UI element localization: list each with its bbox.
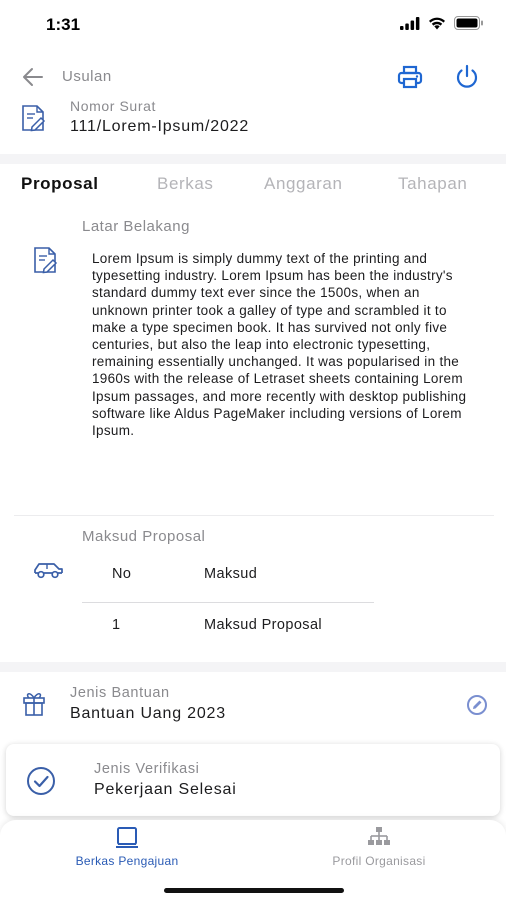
status-time: 1:31 [46, 15, 81, 34]
car-icon [34, 563, 63, 579]
gift-icon [23, 693, 45, 716]
jenis-bantuan-label: Jenis Bantuan [70, 685, 170, 701]
home-indicator [164, 888, 344, 893]
nomor-surat-section: Nomor Surat 111/Lorem-Ipsum/2022 [0, 98, 506, 154]
column-header-maksud: Maksud [204, 566, 258, 582]
status-bar: 1:31 [0, 0, 506, 50]
document-edit-icon [22, 105, 46, 132]
org-chart-icon [368, 827, 390, 845]
jenis-verifikasi-label: Jenis Verifikasi [94, 761, 200, 777]
app-bar: Usulan [0, 56, 506, 100]
nomor-surat-value: 111/Lorem-Ipsum/2022 [70, 118, 250, 135]
jenis-verifikasi-card: Jenis Verifikasi Pekerjaan Selesai [6, 744, 500, 816]
latar-belakang-text: Lorem Ipsum is simply dummy text of the … [92, 251, 467, 439]
table-cell-maksud: Maksud Proposal [204, 617, 323, 633]
print-button[interactable] [396, 63, 424, 91]
jenis-bantuan-section: Jenis Bantuan Bantuan Uang 2023 [0, 680, 506, 740]
table-row: 1 Maksud Proposal [82, 603, 374, 651]
printer-icon [397, 65, 423, 89]
section-divider [0, 662, 506, 672]
tab-berkas[interactable]: Berkas [157, 174, 214, 194]
jenis-bantuan-value: Bantuan Uang 2023 [70, 705, 226, 722]
arrow-left-icon [23, 68, 43, 86]
document-edit-icon [34, 247, 58, 274]
nav-label: Profil Organisasi [332, 854, 426, 868]
tab-bar: Proposal Berkas Anggaran Tahapan [0, 166, 506, 206]
status-icons [400, 16, 484, 30]
check-circle-icon [27, 767, 55, 795]
page-title: Usulan [62, 68, 112, 85]
tab-anggaran[interactable]: Anggaran [264, 174, 343, 194]
nav-profil-organisasi[interactable]: Profil Organisasi [279, 826, 479, 876]
jenis-verifikasi-value: Pekerjaan Selesai [94, 781, 237, 798]
wifi-icon [429, 17, 445, 29]
nav-label: Berkas Pengajuan [75, 854, 179, 868]
signal-icon [400, 16, 420, 30]
logout-button[interactable] [453, 63, 481, 91]
tab-tahapan[interactable]: Tahapan [398, 174, 467, 194]
maksud-proposal-label: Maksud Proposal [82, 528, 206, 545]
tab-proposal[interactable]: Proposal [21, 174, 99, 194]
bottom-navigation: Berkas Pengajuan Profil Organisasi [0, 820, 506, 900]
edit-icon[interactable] [466, 694, 488, 716]
nomor-surat-label: Nomor Surat [70, 98, 156, 114]
latar-belakang-label: Latar Belakang [82, 218, 190, 235]
table-header: No Maksud [82, 556, 374, 602]
back-button[interactable] [20, 64, 46, 90]
section-divider [0, 154, 506, 164]
nav-berkas-pengajuan[interactable]: Berkas Pengajuan [27, 826, 227, 876]
battery-icon [454, 16, 483, 30]
column-header-no: No [112, 566, 132, 582]
maksud-table: No Maksud 1 Maksud Proposal [82, 556, 374, 651]
table-cell-no: 1 [112, 617, 121, 633]
divider [14, 515, 494, 516]
power-icon [456, 64, 478, 88]
folder-icon [116, 827, 138, 848]
